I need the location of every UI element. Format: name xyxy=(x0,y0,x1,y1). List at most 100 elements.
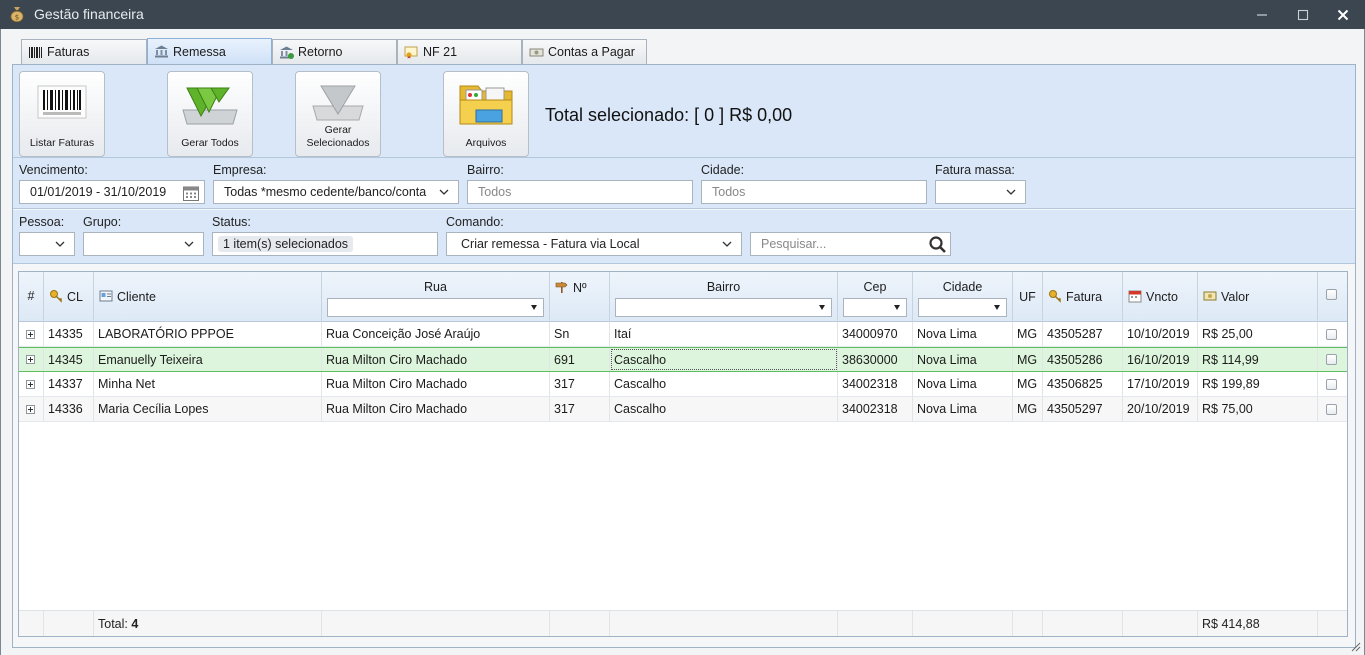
tab-label: Contas a Pagar xyxy=(548,45,635,59)
expand-cell[interactable] xyxy=(19,322,44,346)
cell-fatura: 43506825 xyxy=(1043,372,1123,396)
grupo-label: Grupo: xyxy=(83,215,122,229)
col-vencto-label: Vncto xyxy=(1123,289,1197,304)
col-header-vencto[interactable]: Vncto xyxy=(1123,272,1198,322)
cell-cidade: Nova Lima xyxy=(913,322,1013,346)
col-header-num[interactable]: # xyxy=(19,272,44,322)
bairro-filter-select[interactable] xyxy=(615,298,832,317)
pessoa-select[interactable] xyxy=(19,232,75,256)
col-header-numero[interactable]: Nº xyxy=(550,272,610,322)
col-header-valor[interactable]: Valor xyxy=(1198,272,1318,322)
expand-cell[interactable] xyxy=(19,397,44,421)
filter-row-2: Pessoa: Grupo: Status: 1 item(s) selecio… xyxy=(13,210,1355,264)
close-button[interactable] xyxy=(1323,0,1363,29)
bairro-placeholder: Todos xyxy=(478,185,512,199)
resize-grip-icon[interactable] xyxy=(1351,642,1361,652)
col-header-rua[interactable]: Rua xyxy=(322,272,550,322)
listar-faturas-button[interactable]: Listar Faturas xyxy=(19,71,105,157)
cell-select xyxy=(1318,348,1347,371)
row-checkbox[interactable] xyxy=(1326,354,1337,365)
row-checkbox[interactable] xyxy=(1326,328,1337,340)
col-header-bairro[interactable]: Bairro xyxy=(610,272,838,322)
expand-cell[interactable] xyxy=(19,348,44,371)
cell-cl: 14336 xyxy=(44,397,94,421)
table-row[interactable]: 14337 Minha Net Rua Milton Ciro Machado … xyxy=(19,372,1347,397)
tab-faturas[interactable]: Faturas xyxy=(21,39,147,64)
col-uf-label: UF xyxy=(1019,290,1036,304)
col-header-select-all[interactable] xyxy=(1318,272,1347,322)
expand-icon[interactable] xyxy=(26,404,35,414)
cell-numero: 317 xyxy=(550,397,610,421)
expand-cell[interactable] xyxy=(19,372,44,396)
table-row-selected[interactable]: 14345 Emanuelly Teixeira Rua Milton Ciro… xyxy=(19,347,1347,372)
chevron-down-icon xyxy=(184,241,194,247)
rua-filter-select[interactable] xyxy=(327,298,544,317)
fatura-massa-select[interactable] xyxy=(935,180,1026,204)
cell-rua: Rua Milton Ciro Machado xyxy=(322,397,550,421)
gerar-todos-label: Gerar Todos xyxy=(181,137,239,149)
expand-icon[interactable] xyxy=(26,379,35,389)
status-field[interactable]: 1 item(s) selecionados xyxy=(212,232,438,256)
col-header-cep[interactable]: Cep xyxy=(838,272,913,322)
cell-select xyxy=(1318,322,1347,346)
footer-total-label: Total: xyxy=(98,616,128,631)
search-icon[interactable] xyxy=(928,235,947,254)
cidade-placeholder: Todos xyxy=(712,185,746,199)
empresa-select[interactable]: Todas *mesmo cedente/banco/conta xyxy=(213,180,459,204)
col-fatura-text: Fatura xyxy=(1066,290,1103,304)
key-icon xyxy=(1049,290,1061,303)
comando-select[interactable]: Criar remessa - Fatura via Local xyxy=(446,232,742,256)
gerar-selecionados-button[interactable]: Gerar Selecionados xyxy=(295,71,381,157)
grid-header: # CL Cliente Rua Nº Bairro Cep Cidade UF… xyxy=(19,272,1347,322)
col-header-cidade[interactable]: Cidade xyxy=(913,272,1013,322)
expand-icon[interactable] xyxy=(26,355,35,364)
money-icon xyxy=(529,48,544,56)
tab-remessa[interactable]: Remessa xyxy=(147,38,272,64)
cep-filter-select[interactable] xyxy=(843,298,907,317)
col-header-fatura[interactable]: Fatura xyxy=(1043,272,1123,322)
footer-cell xyxy=(44,611,94,636)
table-row[interactable]: 14335 LABORATÓRIO PPPOE Rua Conceição Jo… xyxy=(19,322,1347,347)
select-all-checkbox[interactable] xyxy=(1326,289,1337,300)
col-header-uf[interactable]: UF xyxy=(1013,272,1043,322)
col-cliente-text: Cliente xyxy=(117,290,156,304)
tab-contas-a-pagar[interactable]: Contas a Pagar xyxy=(522,39,647,64)
row-checkbox[interactable] xyxy=(1326,403,1337,415)
col-header-cl[interactable]: CL xyxy=(44,272,94,322)
cidade-filter-select[interactable] xyxy=(918,298,1007,317)
cell-cliente: Maria Cecília Lopes xyxy=(94,397,322,421)
tab-nf21[interactable]: NF 21 xyxy=(397,39,522,64)
col-header-cliente[interactable]: Cliente xyxy=(94,272,322,322)
empresa-label: Empresa: xyxy=(213,163,267,177)
expand-icon[interactable] xyxy=(26,329,35,339)
comando-label: Comando: xyxy=(446,215,504,229)
tab-retorno[interactable]: Retorno xyxy=(272,39,397,64)
footer-cell xyxy=(322,611,550,636)
bairro-input[interactable]: Todos xyxy=(467,180,693,204)
folder-icon xyxy=(459,85,513,125)
grupo-select[interactable] xyxy=(83,232,204,256)
arquivos-button[interactable]: Arquivos xyxy=(443,71,529,157)
footer-cell xyxy=(1043,611,1123,636)
svg-text:$: $ xyxy=(15,14,19,22)
footer-valor-total: R$ 414,88 xyxy=(1198,611,1318,636)
cell-cl: 14337 xyxy=(44,372,94,396)
minimize-button[interactable] xyxy=(1242,0,1282,29)
calendar-icon[interactable] xyxy=(182,184,200,202)
table-row[interactable]: 14336 Maria Cecília Lopes Rua Milton Cir… xyxy=(19,397,1347,422)
tab-label: Faturas xyxy=(47,45,90,59)
maximize-icon xyxy=(1297,9,1309,20)
cell-rua: Rua Milton Ciro Machado xyxy=(322,348,550,371)
cell-cl: 14335 xyxy=(44,322,94,346)
gerar-todos-button[interactable]: Gerar Todos xyxy=(167,71,253,157)
calendar-icon xyxy=(1128,290,1142,303)
row-checkbox[interactable] xyxy=(1326,378,1337,390)
col-cl-text: CL xyxy=(67,290,83,304)
pesquisar-input[interactable]: Pesquisar... xyxy=(750,232,951,256)
footer-total: Total: 4 xyxy=(94,611,322,636)
tab-label: Retorno xyxy=(298,45,343,59)
cidade-input[interactable]: Todos xyxy=(701,180,927,204)
vencimento-field[interactable]: 01/01/2019 - 31/10/2019 xyxy=(19,180,205,204)
maximize-button[interactable] xyxy=(1283,0,1323,29)
cell-vencto: 16/10/2019 xyxy=(1123,348,1198,371)
